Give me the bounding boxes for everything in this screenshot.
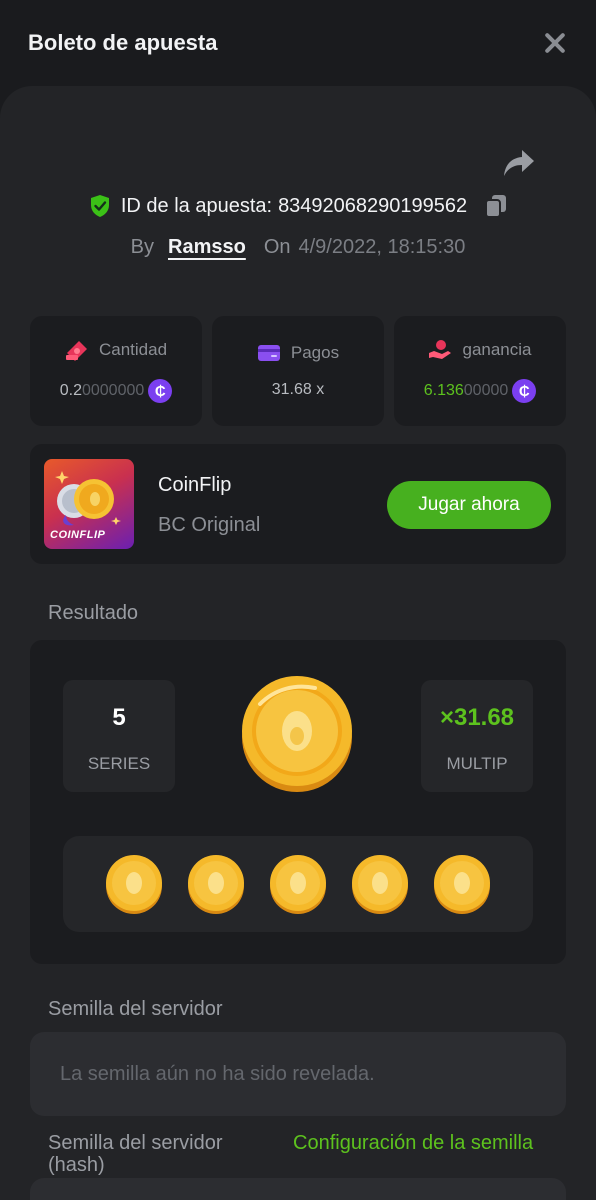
share-icon[interactable] xyxy=(502,148,536,178)
stat-amount: Cantidad 0.2 0000000 ₵ xyxy=(30,316,202,426)
bet-author-row: By Ramsso On 4/9/2022, 18:15:30 xyxy=(0,236,596,259)
multiplier-value: ×31.68 xyxy=(439,704,515,731)
play-now-button[interactable]: Jugar ahora xyxy=(387,481,551,529)
stat-amount-value: 0.2 xyxy=(59,382,82,399)
bc-coin-icon: ₵ xyxy=(512,379,537,403)
by-label: By xyxy=(130,236,154,258)
coin-result-icon xyxy=(270,855,326,914)
stat-amount-value-zeros: 0000000 xyxy=(81,382,145,399)
page-title: Boleto de apuesta xyxy=(28,30,218,55)
close-button[interactable] xyxy=(542,30,568,56)
series-value: 5 xyxy=(112,704,126,731)
bet-id-row: ID de la apuesta: 83492068290199562 xyxy=(0,194,596,218)
shield-check-icon xyxy=(90,195,109,217)
game-subtitle: BC Original xyxy=(158,514,261,536)
copy-icon[interactable] xyxy=(485,194,507,218)
stat-profit: ganancia 6.136 00000 ₵ xyxy=(394,316,566,426)
coin-result-icon xyxy=(434,855,490,914)
stat-payout: Pagos 31.68 x xyxy=(212,316,384,426)
stat-payout-value: 31.68 x xyxy=(271,381,325,398)
coin-results-strip xyxy=(63,836,533,932)
bet-stats: Cantidad 0.2 0000000 ₵ Pagos 31.68 x gan… xyxy=(30,316,566,426)
bet-id-label: ID de la apuesta: xyxy=(120,194,273,217)
stat-payout-label: Pagos xyxy=(290,343,340,362)
card-icon xyxy=(257,345,280,361)
stat-profit-value-zeros: 00000 xyxy=(463,382,509,399)
stat-profit-label: ganancia xyxy=(462,340,532,359)
game-card: COINFLIP CoinFlip BC Original Jugar ahor… xyxy=(30,444,566,564)
multiplier-label: MULTIP xyxy=(446,754,508,773)
server-seed-field[interactable]: La semilla aún no ha sido revelada. xyxy=(30,1032,566,1116)
bet-ticket-panel: ID de la apuesta: 83492068290199562 By R… xyxy=(0,86,596,1200)
big-coin-icon xyxy=(242,676,352,792)
game-name: CoinFlip xyxy=(158,474,232,496)
coin-result-icon xyxy=(188,855,244,914)
bet-id-value: 83492068290199562 xyxy=(278,194,468,217)
header: Boleto de apuesta xyxy=(0,0,596,86)
series-label: SERIES xyxy=(87,754,151,773)
coin-result-icon xyxy=(352,855,408,914)
multiplier-box: ×31.68 MULTIP xyxy=(421,680,533,792)
on-label: On xyxy=(263,236,291,258)
bc-coin-icon: ₵ xyxy=(148,379,173,403)
server-seed-label: Semilla del servidor xyxy=(48,998,223,1020)
stat-amount-label: Cantidad xyxy=(98,340,168,359)
hand-coin-icon xyxy=(429,340,452,359)
result-label: Resultado xyxy=(48,602,139,624)
server-seed-hash-label: Semilla del servidor (hash) xyxy=(48,1132,223,1176)
stat-profit-value: 6.136 xyxy=(423,382,464,399)
game-thumbnail[interactable]: COINFLIP xyxy=(44,459,134,549)
bet-date: 4/9/2022, 18:15:30 xyxy=(298,236,466,258)
money-icon xyxy=(65,341,87,361)
series-box: 5 SERIES xyxy=(63,680,175,792)
coin-result-icon xyxy=(106,855,162,914)
server-seed-hash-field[interactable] xyxy=(30,1178,566,1200)
user-link[interactable]: Ramsso xyxy=(168,236,246,259)
result-box: 5 SERIES ×31.68 MULTIP xyxy=(30,640,566,964)
seed-settings-link[interactable]: Configuración de la semilla xyxy=(293,1132,543,1154)
thumb-title: COINFLIP xyxy=(50,529,106,541)
